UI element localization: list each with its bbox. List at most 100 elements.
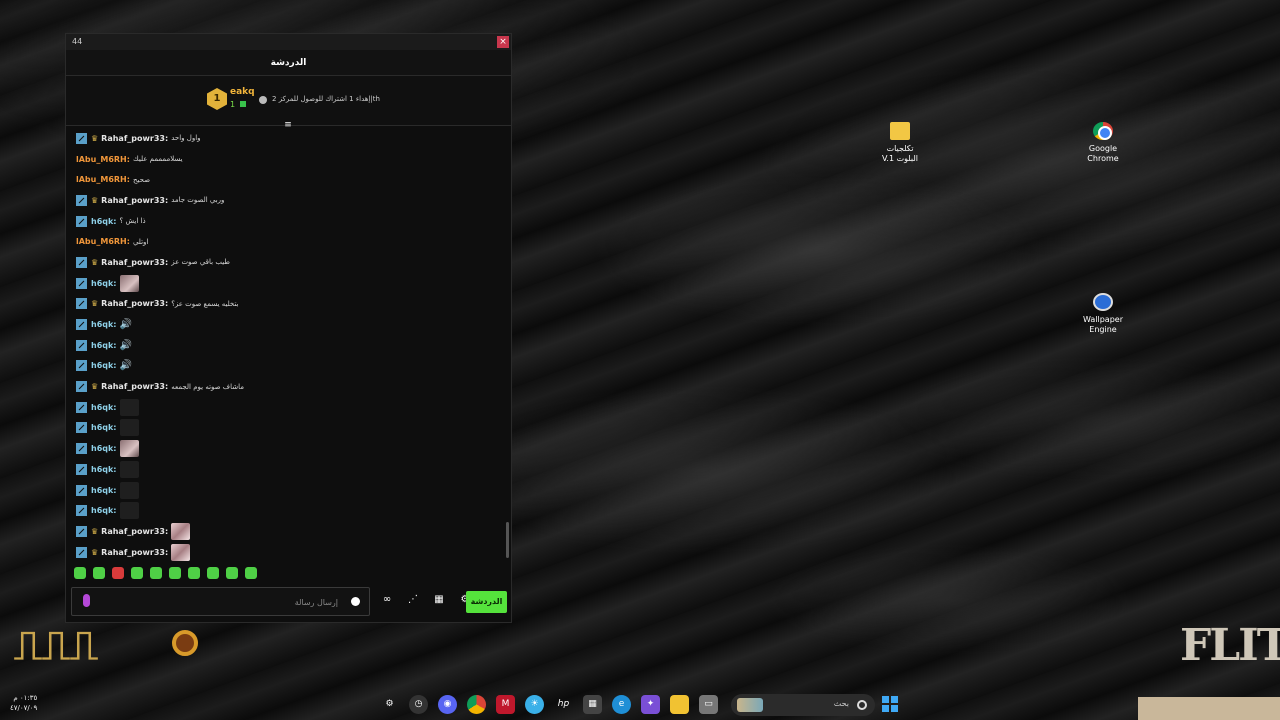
key-icon [172,630,198,656]
message-username[interactable]: h6qk: [91,341,117,350]
store-taskbar-icon[interactable]: ▦ [583,695,602,714]
scrollbar[interactable] [506,522,509,558]
message-image[interactable] [119,481,139,499]
emote-9-icon[interactable] [226,567,238,579]
sound-icon[interactable]: 🔊 [120,319,132,330]
copilot-icon[interactable]: ✦ [641,695,660,714]
emoji-picker-icon[interactable] [351,597,360,606]
message-username[interactable]: h6qk: [91,279,117,288]
emote-4-icon[interactable] [131,567,143,579]
gem-icon [259,96,267,104]
message-image[interactable] [119,419,139,437]
emote-7-icon[interactable] [188,567,200,579]
chat-message: h6qk: [66,459,506,480]
streamer-logo: ⎍⎍⎍ [14,600,198,680]
taskview-icon[interactable]: ▭ [699,695,718,714]
message-username[interactable]: Rahaf_powr33: [101,258,168,267]
chat-send-button[interactable]: الدردشة [466,591,507,613]
message-username[interactable]: Rahaf_powr33: [101,527,168,536]
clock[interactable]: ٠١:٣٥ م ٤٧/٠٧/٠٩ [10,693,37,713]
emote-6-icon[interactable] [169,567,181,579]
message-image[interactable] [171,543,191,561]
subscription-icon [239,101,246,107]
message-username[interactable]: lAbu_M6RH: [76,155,130,164]
desktop-icon-label: Chrome [1087,154,1119,163]
message-username[interactable]: h6qk: [91,320,117,329]
message-image[interactable] [171,522,191,540]
chat-message: h6qk: 🔊 [66,356,506,377]
message-username[interactable]: h6qk: [91,403,117,412]
message-image[interactable] [119,460,139,478]
message-username[interactable]: h6qk: [91,506,117,515]
rank-badge: 1 [207,88,227,110]
message-text: يسلاممممم عليك [132,155,183,164]
message-username[interactable]: Rahaf_powr33: [101,134,168,143]
crown-icon: ♛ [91,299,99,309]
composer-tools: ∞ ⋰ ▦ ⚙ [380,594,472,605]
badge-icon [76,256,87,268]
emote-10-icon[interactable] [245,567,257,579]
message-username[interactable]: Rahaf_powr33: [101,548,168,557]
message-username[interactable]: Rahaf_powr33: [101,299,168,308]
message-text: وربي الصوت جامد [171,196,225,205]
emote-1-icon[interactable] [74,567,86,579]
streamer-logo-art: ⎍⎍⎍ [14,622,98,669]
sound-icon[interactable]: 🔊 [120,360,132,371]
message-username[interactable]: lAbu_M6RH: [76,175,130,184]
message-username[interactable]: h6qk: [91,361,117,370]
message-image[interactable] [119,440,139,458]
desktop-icon-label: Engine [1089,325,1117,334]
message-list[interactable]: ♛ Rahaf_powr33: واول واحد lAbu_M6RH: يسلاممم… [66,128,506,562]
edge-icon[interactable]: e [612,695,631,714]
desktop-icon-folder[interactable]: تكلجيات V.1 البلوت [870,122,930,164]
discord-icon[interactable]: ◉ [438,695,457,714]
chat-message: ♛ Rahaf_powr33: ماشاف صوته يوم الجمعه [66,376,506,397]
emote-3-icon[interactable] [112,567,124,579]
message-username[interactable]: h6qk: [91,444,117,453]
message-username[interactable]: h6qk: [91,217,117,226]
weather-icon[interactable]: ☀ [525,695,544,714]
badge-icon [76,298,87,310]
badge-icon [76,339,87,351]
top-supporter-panel: 1 eakq 1 إهداء 1 اشتراك للوصول للمركز 2|… [66,76,511,130]
message-image[interactable] [119,398,139,416]
sound-icon[interactable]: 🔊 [120,340,132,351]
chat-message: ♛ Rahaf_powr33: وربي الصوت جامد [66,190,506,211]
chrome-taskbar-icon[interactable] [467,695,486,714]
emote-5-icon[interactable] [150,567,162,579]
message-username[interactable]: Rahaf_powr33: [101,196,168,205]
window-titlebar[interactable]: 44 × [66,34,511,50]
message-username[interactable]: h6qk: [91,423,117,432]
file-explorer-icon[interactable] [670,695,689,714]
chat-message: h6qk: [66,500,506,521]
emote-2-icon[interactable] [93,567,105,579]
search-icon [857,700,867,710]
top-info-text: إهداء 1 اشتراك للوصول للمركز 2|th [272,95,380,103]
store-icon[interactable]: ▦ [432,594,446,605]
hp-icon[interactable]: hp [554,695,573,714]
message-username[interactable]: h6qk: [91,465,117,474]
message-username[interactable]: Rahaf_powr33: [101,382,168,391]
start-button[interactable] [882,696,898,712]
infinity-icon[interactable]: ∞ [380,594,394,605]
badge-icon [76,215,87,227]
badge-icon [76,194,87,206]
badge-icon [76,319,87,331]
desktop-icon-chrome[interactable]: Google Chrome [1073,122,1133,164]
top-username[interactable]: eakq [230,87,255,97]
emote-8-icon[interactable] [207,567,219,579]
message-text: صحيح [132,175,151,184]
close-button[interactable]: × [497,36,509,48]
share-icon[interactable]: ⋰ [406,594,420,605]
desktop-icon-wallpaper-engine[interactable]: Wallpaper Engine [1073,293,1133,335]
mcafee-icon[interactable]: M [496,695,515,714]
chat-message: lAbu_M6RH: يسلاممممم عليك [66,149,506,170]
message-image[interactable] [119,502,139,520]
taskbar-search[interactable]: بحث [731,694,875,716]
message-username[interactable]: lAbu_M6RH: [76,237,130,246]
message-text: اوتلي [132,237,149,246]
message-username[interactable]: h6qk: [91,486,117,495]
clock-app-icon[interactable]: ◷ [409,695,428,714]
settings-app-icon[interactable]: ⚙ [380,695,399,714]
message-image[interactable] [119,274,139,292]
